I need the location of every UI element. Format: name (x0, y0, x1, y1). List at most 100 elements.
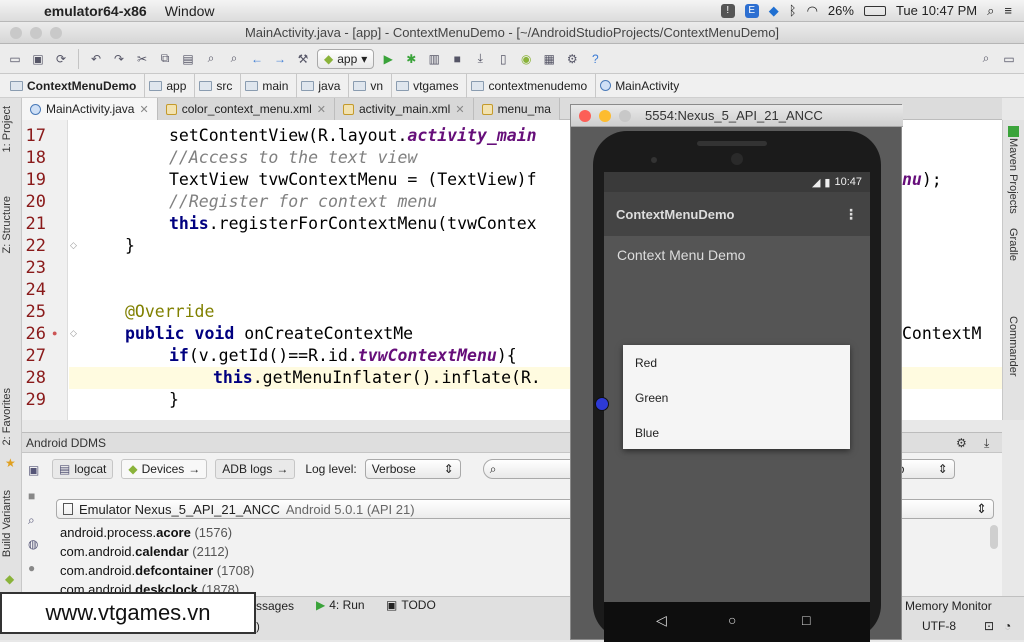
todo-tool-button[interactable]: ▣ TODO (386, 598, 436, 612)
tab-adb-logs[interactable]: ADB logs → (215, 459, 296, 479)
window-zoom-button[interactable] (50, 27, 62, 39)
battery-icon[interactable] (863, 5, 886, 16)
emulator-zoom-button[interactable] (619, 110, 631, 122)
tab-menu-main[interactable]: menu_ma (473, 98, 560, 120)
emulator-close-button[interactable] (579, 110, 591, 122)
settings-icon[interactable]: ⚙ (563, 50, 581, 68)
debug-icon[interactable]: ✱ (402, 50, 420, 68)
list-item[interactable]: android.process.acore (1576) (60, 525, 232, 540)
tab-mainactivity[interactable]: MainActivity.java ✕ (22, 98, 158, 120)
messages-tool-button[interactable]: ssages (256, 599, 294, 613)
breadcrumb-item[interactable]: vtgames (392, 73, 468, 98)
inspector-icon[interactable]: ◔ (1004, 619, 1011, 633)
gear-icon[interactable]: ⚙ (956, 433, 967, 453)
breadcrumb-item[interactable]: contextmenudemo (467, 73, 597, 98)
build-variants-tool-button[interactable]: Build Variants (1, 490, 13, 557)
structure-tool-button[interactable]: Z: Structure (1, 196, 13, 253)
notification-icon[interactable]: ! (720, 3, 735, 18)
list-item[interactable]: com.android.calendar (2112) (60, 544, 229, 559)
breadcrumb-item[interactable]: vn (349, 73, 393, 98)
toolbar-collapse-icon[interactable]: ▭ (1000, 50, 1018, 68)
menu-item-green[interactable]: Green (635, 391, 668, 405)
sdk-manager-icon[interactable]: ⤓ (471, 50, 489, 68)
replace-icon[interactable]: ⌕ (225, 50, 243, 68)
stop-icon[interactable]: ■ (448, 50, 466, 68)
close-icon[interactable]: ✕ (317, 103, 326, 116)
breadcrumb-item[interactable]: MainActivity (596, 74, 687, 98)
undo-icon[interactable]: ↶ (87, 50, 105, 68)
commander-tool-button[interactable]: Commander (1007, 316, 1019, 377)
list-item[interactable]: com.android.defcontainer (1708) (60, 563, 254, 578)
close-icon[interactable]: ✕ (455, 103, 464, 116)
log-level-select[interactable]: Verbose ⇕ (364, 459, 461, 479)
attach-debugger-icon[interactable]: ▥ (425, 50, 443, 68)
back-icon[interactable]: ◁ (656, 612, 667, 629)
paste-icon[interactable]: ▤ (179, 50, 197, 68)
overflow-menu-icon[interactable]: ⋮ (844, 206, 858, 223)
scrollbar[interactable] (990, 525, 998, 549)
maven-tool-button[interactable]: Maven Projects (1007, 138, 1019, 214)
sync-icon[interactable]: ⟳ (52, 50, 70, 68)
memory-monitor-tool-button[interactable]: Memory Monitor (905, 599, 992, 613)
help-icon[interactable]: ? (586, 50, 604, 68)
encoding-indicator[interactable]: UTF-8 (922, 619, 956, 633)
find-icon[interactable]: ⌕ (202, 50, 220, 68)
window-close-button[interactable] (10, 27, 22, 39)
save-all-icon[interactable]: ▣ (29, 50, 47, 68)
tab-devices[interactable]: ◆ Devices → (121, 459, 208, 479)
menubar-app-name[interactable]: emulator64-x86 (44, 3, 147, 19)
tab-logcat[interactable]: ▤ logcat (52, 459, 114, 479)
favorites-tool-button[interactable]: 2: Favorites (1, 388, 13, 445)
breadcrumb-item[interactable]: ContextMenuDemo (6, 73, 146, 98)
breadcrumb-item[interactable]: src (195, 73, 242, 98)
android-device-monitor-icon[interactable]: ◉ (517, 50, 535, 68)
window-minimize-button[interactable] (30, 27, 42, 39)
context-menu-text[interactable]: Context Menu Demo (617, 247, 745, 263)
search-everywhere-icon[interactable]: ⌕ (977, 50, 995, 68)
forward-icon[interactable]: → (271, 50, 289, 68)
run-icon[interactable]: ▶ (379, 50, 397, 68)
override-marker-icon[interactable]: ● (52, 328, 57, 338)
tab-color-context-menu[interactable]: color_context_menu.xml ✕ (157, 98, 335, 120)
notification-center-icon[interactable]: ≡ (1004, 3, 1012, 18)
project-structure-icon[interactable]: ▦ (540, 50, 558, 68)
breadcrumb-item[interactable]: main (241, 73, 298, 98)
dump-icon[interactable]: ⌕ (28, 513, 35, 528)
make-project-icon[interactable]: ⚒ (294, 50, 312, 68)
stop-icon[interactable]: ■ (28, 489, 35, 503)
open-file-icon[interactable]: ▭ (6, 50, 24, 68)
fold-icon[interactable]: ◇ (70, 328, 77, 339)
hide-panel-icon[interactable]: ⤓ (984, 433, 989, 453)
recents-icon[interactable]: □ (802, 612, 810, 628)
bluetooth-icon[interactable]: ᛒ (789, 3, 797, 18)
pin-icon: → (276, 462, 289, 476)
wifi-icon[interactable]: ◠ (807, 3, 818, 19)
breadcrumb-item[interactable]: java (297, 73, 350, 98)
menubar-window-menu[interactable]: Window (165, 3, 215, 19)
breadcrumb-item[interactable]: app (145, 73, 196, 98)
run-config-select[interactable]: ◆ app ▾ (317, 48, 375, 69)
cut-icon[interactable]: ✂ (133, 50, 151, 68)
avd-manager-icon[interactable]: ▯ (494, 50, 512, 68)
tab-activity-main[interactable]: activity_main.xml ✕ (334, 98, 474, 120)
back-icon[interactable]: ← (248, 50, 266, 68)
dropbox-icon[interactable]: ◆ (769, 3, 779, 19)
phone-screen[interactable]: ◢ ▮ 10:47 ContextMenuDemo ⋮ Context Menu… (604, 172, 870, 642)
evernote-icon[interactable]: E (744, 3, 759, 18)
emulator-minimize-button[interactable] (599, 110, 611, 122)
redo-icon[interactable]: ↷ (110, 50, 128, 68)
copy-icon[interactable]: ⧉ (156, 50, 174, 68)
menu-item-red[interactable]: Red (635, 356, 657, 370)
close-icon[interactable]: ✕ (139, 103, 148, 116)
lock-icon[interactable]: ⊡ (984, 619, 994, 633)
project-tool-button[interactable]: 1: Project (1, 106, 13, 152)
fold-icon[interactable]: ◇ (70, 240, 77, 251)
menubar-clock[interactable]: Tue 10:47 PM (896, 3, 977, 18)
home-icon[interactable]: ○ (728, 612, 736, 628)
run-tool-button[interactable]: ▶ 4: Run (316, 598, 365, 612)
gradle-tool-button[interactable]: Gradle (1007, 228, 1019, 261)
gc-icon[interactable]: ◍ (28, 537, 38, 551)
spotlight-icon[interactable]: ⌕ (987, 3, 994, 19)
record-icon[interactable]: ● (28, 561, 35, 575)
menu-item-blue[interactable]: Blue (635, 426, 659, 440)
